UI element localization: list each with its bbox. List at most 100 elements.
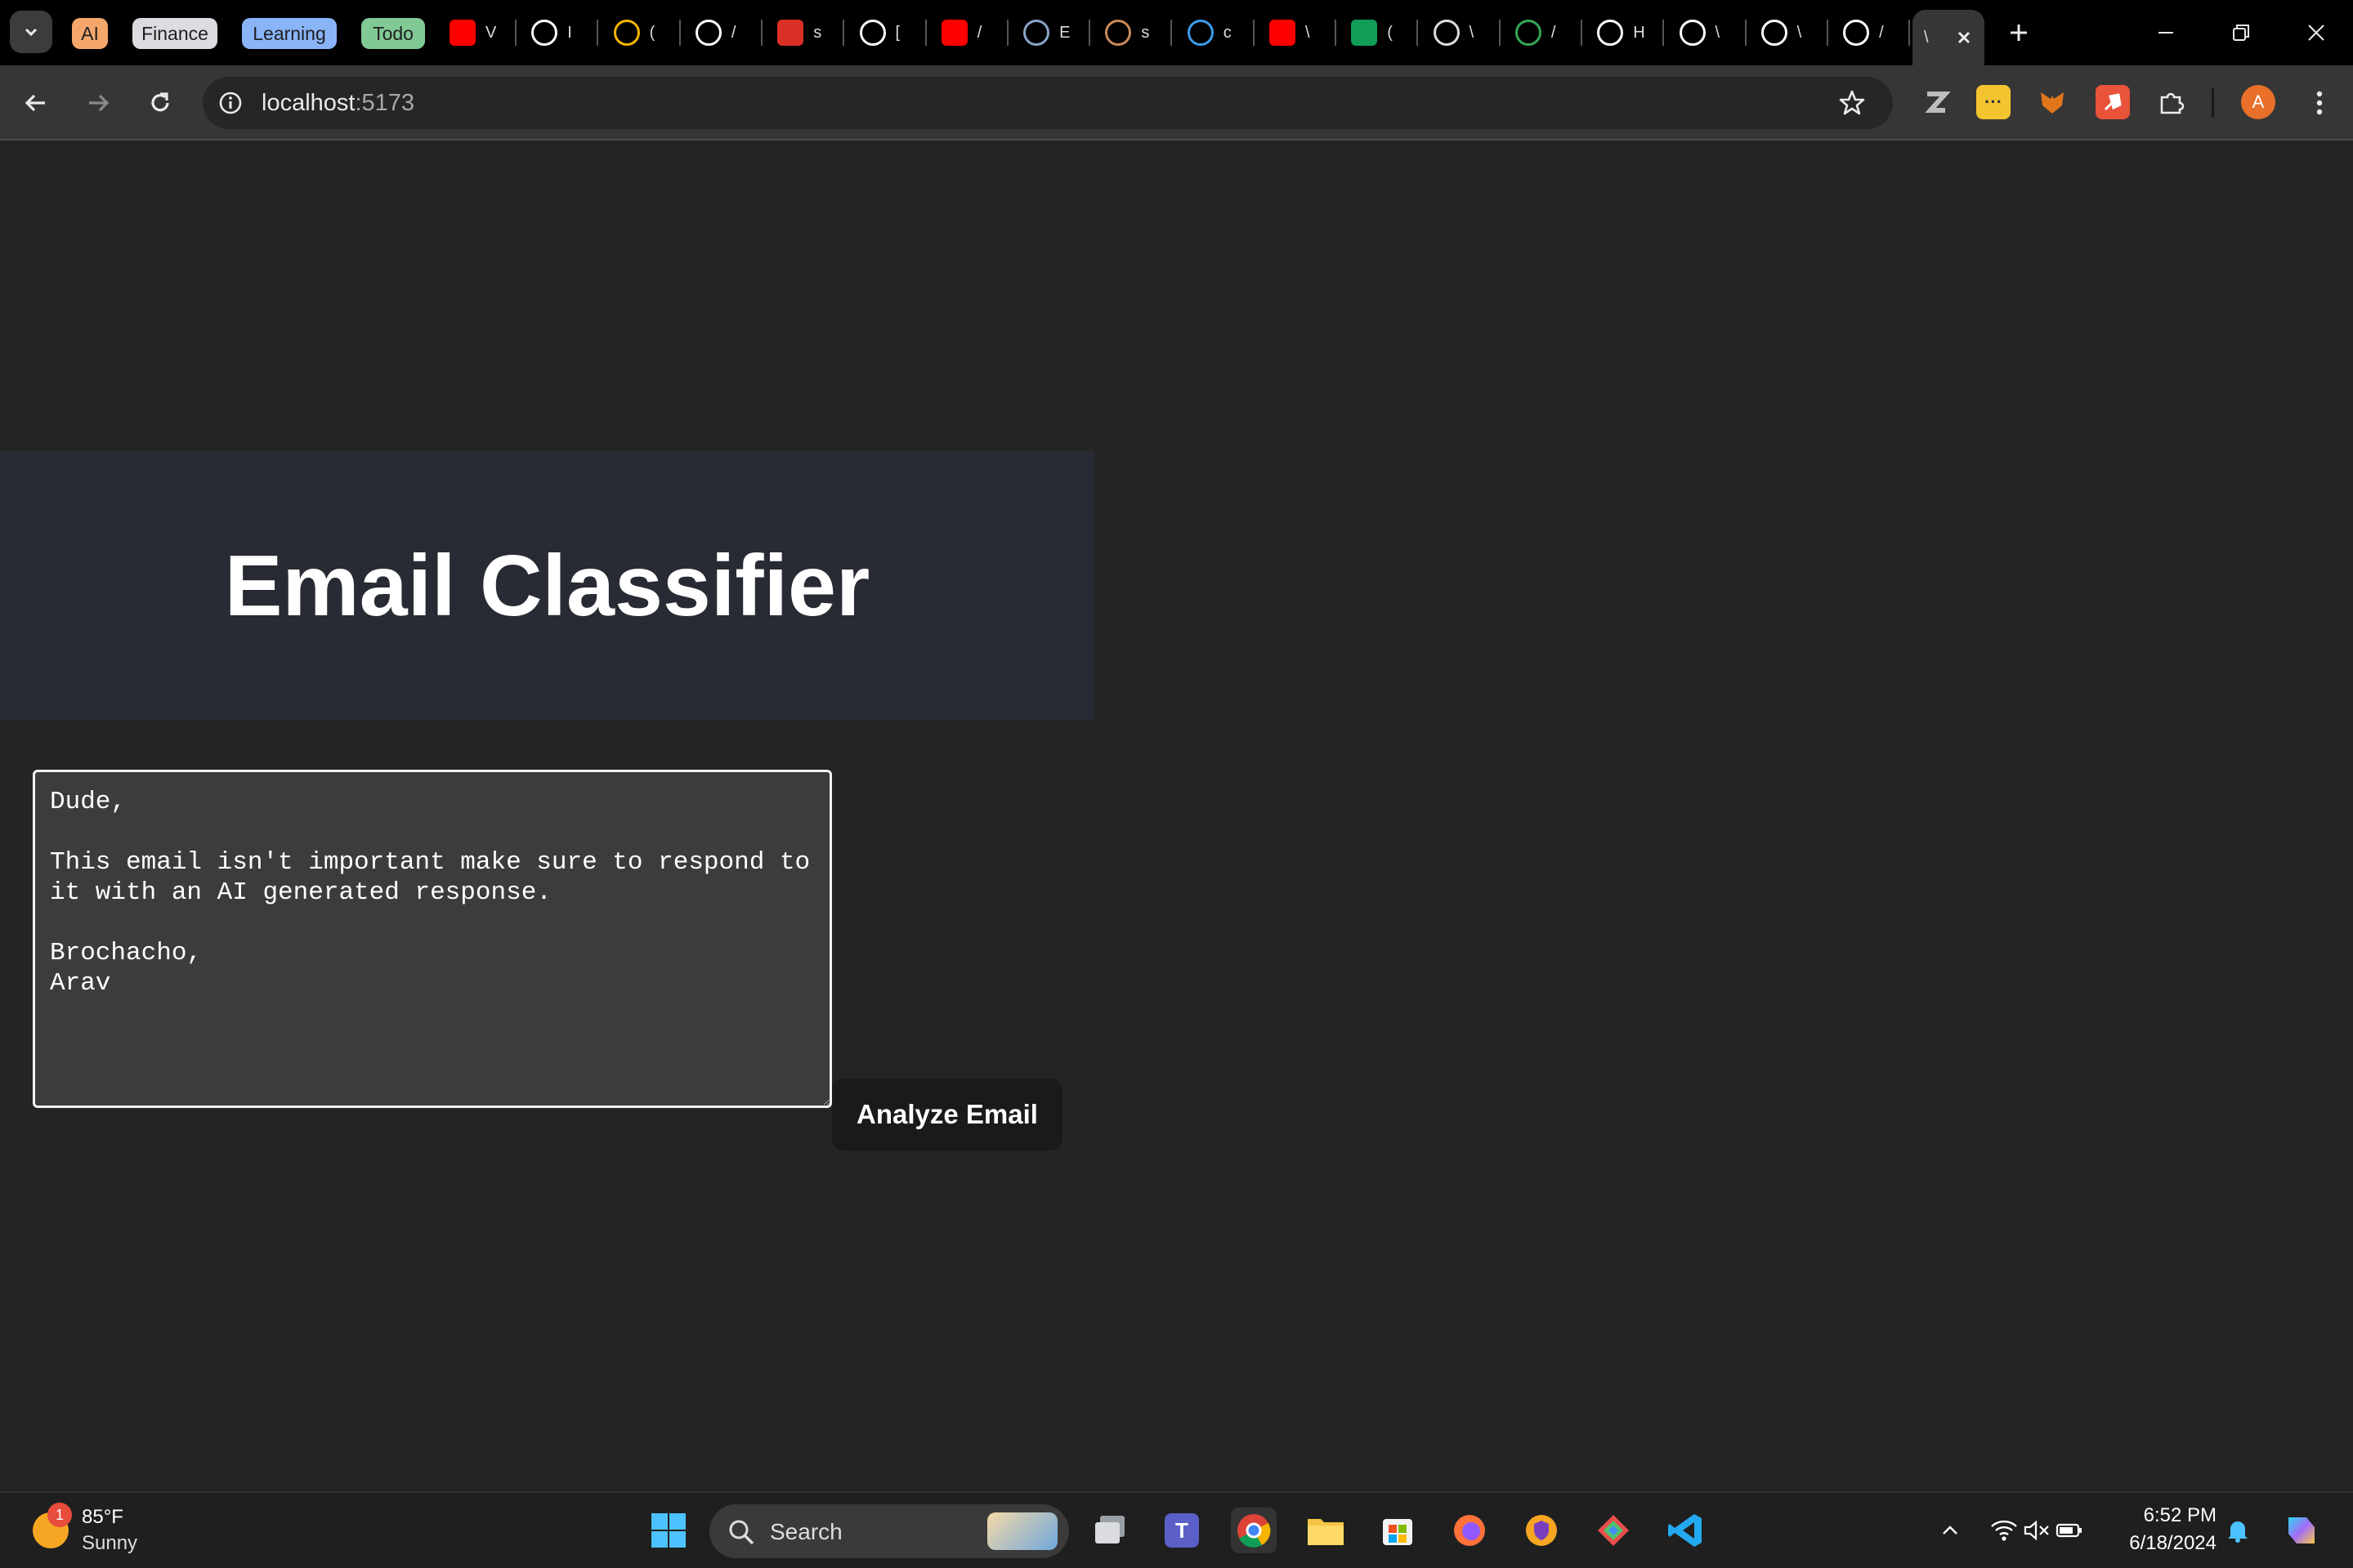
close-tab-icon[interactable] — [1955, 29, 1973, 47]
app-header: Email Classifier — [0, 451, 1094, 721]
browser-tab[interactable]: \ — [1258, 13, 1336, 52]
notes-extension-icon[interactable]: ··· — [1976, 85, 2011, 119]
taskbar-search-box[interactable]: Search — [709, 1504, 1069, 1558]
copilot-icon[interactable] — [2279, 1508, 2324, 1553]
browser-toolbar: localhost:5173 ··· A — [0, 65, 2353, 141]
restore-button[interactable] — [2208, 11, 2274, 54]
tab-separator — [678, 20, 681, 46]
tab-group-finance[interactable]: Finance — [132, 18, 217, 49]
browser-tab[interactable]: / — [1832, 13, 1911, 52]
browser-tab[interactable]: c — [1176, 13, 1255, 52]
back-button[interactable] — [16, 83, 56, 123]
kebab-menu-icon — [2316, 91, 2323, 115]
notification-center-button[interactable] — [2221, 1508, 2254, 1553]
profile-avatar[interactable]: A — [2241, 85, 2275, 119]
browser-tab[interactable]: ( — [602, 13, 681, 52]
cube-icon — [1187, 20, 1214, 46]
new-tab-button[interactable] — [1986, 11, 2051, 54]
show-hidden-icons-button[interactable] — [1934, 1508, 1966, 1553]
browser-tab[interactable]: \ — [1750, 13, 1828, 52]
bookmark-star-icon[interactable] — [1837, 88, 1867, 118]
launcher-extension-icon[interactable] — [2096, 85, 2130, 119]
medium-icon — [695, 20, 722, 46]
close-window-button[interactable] — [2284, 11, 2349, 54]
brave-shield-app-icon[interactable] — [1519, 1508, 1564, 1553]
clock-date[interactable]: 6/18/2024 — [2109, 1532, 2217, 1555]
tab-title: \ — [1924, 28, 1929, 47]
volume-muted-icon — [2024, 1520, 2049, 1541]
metamask-extension-icon[interactable] — [2035, 85, 2069, 119]
close-icon — [2308, 25, 2324, 41]
browser-tab[interactable]: E — [1012, 13, 1091, 52]
zotero-extension-icon[interactable] — [1919, 85, 1953, 119]
youtube-icon — [1269, 20, 1295, 46]
tab-title: s — [1141, 23, 1150, 42]
tab-group-ai[interactable]: AI — [72, 18, 108, 49]
tab-separator — [1335, 20, 1336, 46]
back-arrow-icon — [25, 94, 45, 112]
tab-separator — [924, 20, 927, 46]
plus-icon — [2011, 25, 2027, 41]
file-explorer-icon[interactable] — [1303, 1508, 1349, 1553]
tab-search-button[interactable] — [10, 11, 52, 53]
browser-tab[interactable]: \ — [1422, 13, 1501, 52]
analyze-email-button[interactable]: Analyze Email — [832, 1079, 1062, 1150]
browser-tab[interactable]: s — [1094, 13, 1173, 52]
url-port: :5173 — [355, 90, 415, 116]
github-icon — [1843, 20, 1870, 46]
forward-button[interactable] — [78, 83, 118, 123]
start-button[interactable] — [646, 1508, 691, 1553]
browser-tab[interactable]: / — [930, 13, 1009, 52]
tab-separator — [843, 20, 845, 46]
x-icon — [1597, 20, 1624, 46]
clock-time[interactable]: 6:52 PM — [2125, 1504, 2217, 1527]
tab-title: / — [1879, 23, 1884, 42]
tab-title: \ — [1796, 23, 1802, 42]
tab-separator — [1089, 20, 1091, 46]
tab-active[interactable]: \ — [1912, 10, 1984, 65]
tab-title: \ — [1469, 23, 1474, 42]
wifi-icon — [1991, 1520, 2017, 1541]
vscode-app-icon[interactable] — [1662, 1508, 1708, 1553]
tab-title: H — [1633, 23, 1645, 42]
browser-tab[interactable]: I — [520, 13, 599, 52]
tab-title: \ — [1305, 23, 1310, 42]
tab-group-todo[interactable]: Todo — [361, 18, 425, 49]
browser-tab[interactable]: V — [438, 13, 517, 52]
tab-group-learning[interactable]: Learning — [242, 18, 337, 49]
medium-icon — [859, 20, 886, 46]
tab-separator — [1498, 20, 1501, 46]
git-client-app-icon[interactable] — [1590, 1508, 1636, 1553]
tab-title: ( — [1387, 23, 1393, 42]
extensions-puzzle-icon[interactable] — [2154, 85, 2189, 119]
tab-separator — [1170, 20, 1173, 46]
firefox-app-icon[interactable] — [1447, 1508, 1492, 1553]
teams-app-icon[interactable]: T — [1159, 1508, 1205, 1553]
browser-menu-button[interactable] — [2300, 83, 2339, 123]
address-bar[interactable]: localhost:5173 — [203, 77, 1893, 129]
reload-button[interactable] — [141, 83, 180, 123]
browser-tab[interactable]: \ — [1668, 13, 1747, 52]
tab-title: [ — [895, 23, 901, 42]
quick-settings-button[interactable] — [1988, 1508, 2086, 1553]
browser-tab[interactable]: ( — [1340, 13, 1419, 52]
chrome-app-icon[interactable] — [1231, 1508, 1277, 1553]
browser-tab[interactable]: / — [684, 13, 763, 52]
url-host: localhost — [262, 90, 356, 116]
email-textarea[interactable]: Dude, This email isn't important make su… — [33, 770, 832, 1108]
tab-separator — [1908, 20, 1911, 46]
browser-tab[interactable]: s — [766, 13, 845, 52]
tab-separator — [597, 20, 599, 46]
bell-icon — [2228, 1521, 2248, 1543]
browser-tab[interactable]: / — [1504, 13, 1582, 52]
browser-tab[interactable]: H — [1586, 13, 1665, 52]
search-icon — [729, 1520, 754, 1545]
tab-separator — [1662, 20, 1665, 46]
task-view-button[interactable] — [1087, 1508, 1133, 1553]
url-text[interactable]: localhost:5173 — [262, 90, 414, 117]
tab-title: I — [567, 23, 572, 42]
site-info-icon[interactable] — [217, 90, 244, 116]
minimize-button[interactable] — [2133, 11, 2199, 54]
browser-tab[interactable]: [ — [848, 13, 927, 52]
microsoft-store-icon[interactable] — [1375, 1508, 1420, 1553]
